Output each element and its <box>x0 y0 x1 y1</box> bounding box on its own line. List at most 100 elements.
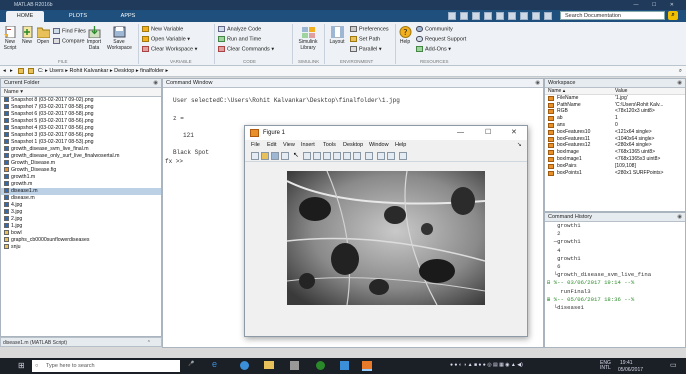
file-list-item[interactable]: disease1.m <box>1 188 161 195</box>
open-button[interactable]: Open <box>36 26 50 45</box>
rotate-icon[interactable] <box>333 152 341 160</box>
panel-menu-icon[interactable]: ◉ <box>677 79 682 88</box>
zoom-in-icon[interactable] <box>303 152 311 160</box>
copy-icon[interactable] <box>472 12 480 20</box>
history-entry[interactable]: growth1 <box>547 255 685 263</box>
address-path[interactable]: C: ▸ Users ▸ Rohit Kalvankar ▸ Desktop ▸… <box>38 66 168 77</box>
details-chevron-icon[interactable]: ⌃ <box>147 338 151 348</box>
import-data-button[interactable]: Import Data <box>84 26 104 51</box>
run-and-time-button[interactable]: Run and Time <box>218 36 261 43</box>
workspace-variable-row[interactable]: boxFeatures10 <121x64 single> <box>545 129 685 136</box>
menu-help[interactable]: Help <box>395 140 406 150</box>
history-entry[interactable]: ⊞ %-- 05/06/2017 18:36 --% <box>547 296 685 304</box>
search-button[interactable]: ⌕ <box>668 11 678 20</box>
clock-date[interactable]: 05/06/2017 <box>618 367 643 373</box>
tab-plots[interactable]: PLOTS <box>60 11 96 22</box>
file-list-item[interactable]: Snapshot 3 (03-02-2017 08-56).png <box>1 132 161 139</box>
workspace-variable-row[interactable]: boxFeatures12 <280x64 single> <box>545 142 685 149</box>
preferences-button[interactable]: Preferences <box>350 26 389 33</box>
close-button[interactable]: ✕ <box>511 126 517 140</box>
workspace-column-header[interactable]: Name ▴ Value <box>545 88 685 95</box>
redo-icon[interactable] <box>508 12 516 20</box>
file-list-item[interactable]: Snapshot 7 (03-02-2017 08-58).png <box>1 104 161 111</box>
file-list-item[interactable]: Snapshot 8 (03-02-2017 09-02).png <box>1 97 161 104</box>
workspace-variable-row[interactable]: RGB <78x120x3 uint8> <box>545 108 685 115</box>
history-entry[interactable]: └growth_disease_svm_live_fina <box>547 271 685 279</box>
help-icon-small[interactable] <box>532 12 540 20</box>
set-path-button[interactable]: Set Path <box>350 36 380 43</box>
new-button[interactable]: New <box>20 26 34 45</box>
history-entry[interactable]: 2 <box>547 230 685 238</box>
panel-menu-icon[interactable]: ◉ <box>677 213 682 222</box>
new-variable-button[interactable]: New Variable <box>142 26 183 33</box>
workspace-variable-row[interactable]: boxPairs [109,108] <box>545 163 685 170</box>
find-files-button[interactable]: Find Files <box>53 28 86 35</box>
input-language[interactable]: ENG INTL <box>600 361 611 371</box>
workspace-variable-row[interactable]: ab 1 <box>545 115 685 122</box>
file-list-item[interactable]: growth1.m <box>1 174 161 181</box>
menu-insert[interactable]: Insert <box>301 140 315 150</box>
file-list-item[interactable]: disease.m <box>1 195 161 202</box>
history-entry[interactable]: ─growth1 <box>547 238 685 246</box>
address-search-icon[interactable]: ⌕ <box>679 66 682 77</box>
workspace-variable-row[interactable]: boxImage <768x1365 uint8> <box>545 149 685 156</box>
cut-icon[interactable] <box>460 12 468 20</box>
folder-column-header[interactable]: Name ▾ <box>1 88 161 97</box>
open-variable-button[interactable]: Open Variable ▾ <box>142 36 190 43</box>
analyze-code-button[interactable]: Analyze Code <box>218 26 261 33</box>
history-entry[interactable]: ⊟ %-- 03/06/2017 19:14 --% <box>547 279 685 287</box>
microphone-icon[interactable]: 🎤 <box>188 361 194 371</box>
chrome-icon[interactable] <box>316 361 325 370</box>
file-list-item[interactable]: Growth_Disease.m <box>1 160 161 167</box>
save-figure-icon[interactable] <box>271 152 279 160</box>
paste-icon[interactable] <box>484 12 492 20</box>
app-icon[interactable] <box>340 361 349 370</box>
workspace-variable-row[interactable]: PathName 'C:\Users\Rohit Kalv... <box>545 102 685 109</box>
filter-icon[interactable] <box>544 12 552 20</box>
windows-start-icon[interactable]: ⊞ <box>18 361 26 371</box>
file-explorer-icon[interactable] <box>264 361 274 369</box>
file-list-item[interactable]: Snapshot 1 (03-02-2017 08-53).png <box>1 139 161 146</box>
menu-view[interactable]: View <box>283 140 295 150</box>
browse-folder-icon[interactable] <box>28 68 34 74</box>
parallel-button[interactable]: Parallel ▾ <box>350 46 382 53</box>
tab-home[interactable]: HOME <box>6 11 44 22</box>
undo-icon[interactable] <box>496 12 504 20</box>
brush-icon[interactable] <box>353 152 361 160</box>
history-entry[interactable]: growth1 <box>547 222 685 230</box>
edge-browser-icon[interactable]: e <box>212 359 217 369</box>
file-list-item[interactable]: growth.m <box>1 181 161 188</box>
save-icon[interactable] <box>448 12 456 20</box>
zoom-out-icon[interactable] <box>313 152 321 160</box>
file-list-item[interactable]: graphs_cb0000sunflowerdiseases <box>1 237 161 244</box>
menu-window[interactable]: Window <box>369 140 389 150</box>
file-list-item[interactable]: Growth_Disease.fig <box>1 167 161 174</box>
plot-tools-icon[interactable] <box>399 152 407 160</box>
back-icon[interactable]: ◂ <box>3 66 6 77</box>
pan-icon[interactable] <box>323 152 331 160</box>
file-list-item[interactable]: growth_disease_svm_live_final.m <box>1 146 161 153</box>
compare-button[interactable]: Compare <box>53 38 85 45</box>
history-entry[interactable]: 4 <box>547 247 685 255</box>
new-figure-icon[interactable] <box>251 152 259 160</box>
menu-edit[interactable]: Edit <box>267 140 276 150</box>
switch-windows-icon[interactable] <box>520 12 528 20</box>
file-list-item[interactable]: Snapshot 6 (03-02-2017 08-58).png <box>1 111 161 118</box>
minimize-button[interactable]: — <box>457 126 464 140</box>
menu-file[interactable]: File <box>251 140 260 150</box>
add-ons-button[interactable]: Add-Ons ▾ <box>416 46 451 53</box>
workspace-variable-row[interactable]: boxImage1 <768x1365x3 uint8> <box>545 156 685 163</box>
file-list-item[interactable]: 4.jpg <box>1 202 161 209</box>
menu-desktop[interactable]: Desktop <box>343 140 363 150</box>
menu-tools[interactable]: Tools <box>323 140 336 150</box>
request-support-button[interactable]: Request Support <box>416 36 466 43</box>
new-script-button[interactable]: New Script <box>2 26 18 51</box>
forward-icon[interactable]: ▸ <box>10 66 13 77</box>
file-list-item[interactable]: growth_disease_only_surf_live_finalwoser… <box>1 153 161 160</box>
pointer-icon[interactable]: ↖ <box>293 151 301 159</box>
file-list-item[interactable]: 1.jpg <box>1 223 161 230</box>
matlab-taskbar-icon[interactable] <box>362 361 372 371</box>
layout-button[interactable]: Layout <box>328 26 346 45</box>
workspace-variable-row[interactable]: FileName '1.jpg' <box>545 95 685 102</box>
menu-dock-icon[interactable]: ↘ <box>517 140 522 150</box>
